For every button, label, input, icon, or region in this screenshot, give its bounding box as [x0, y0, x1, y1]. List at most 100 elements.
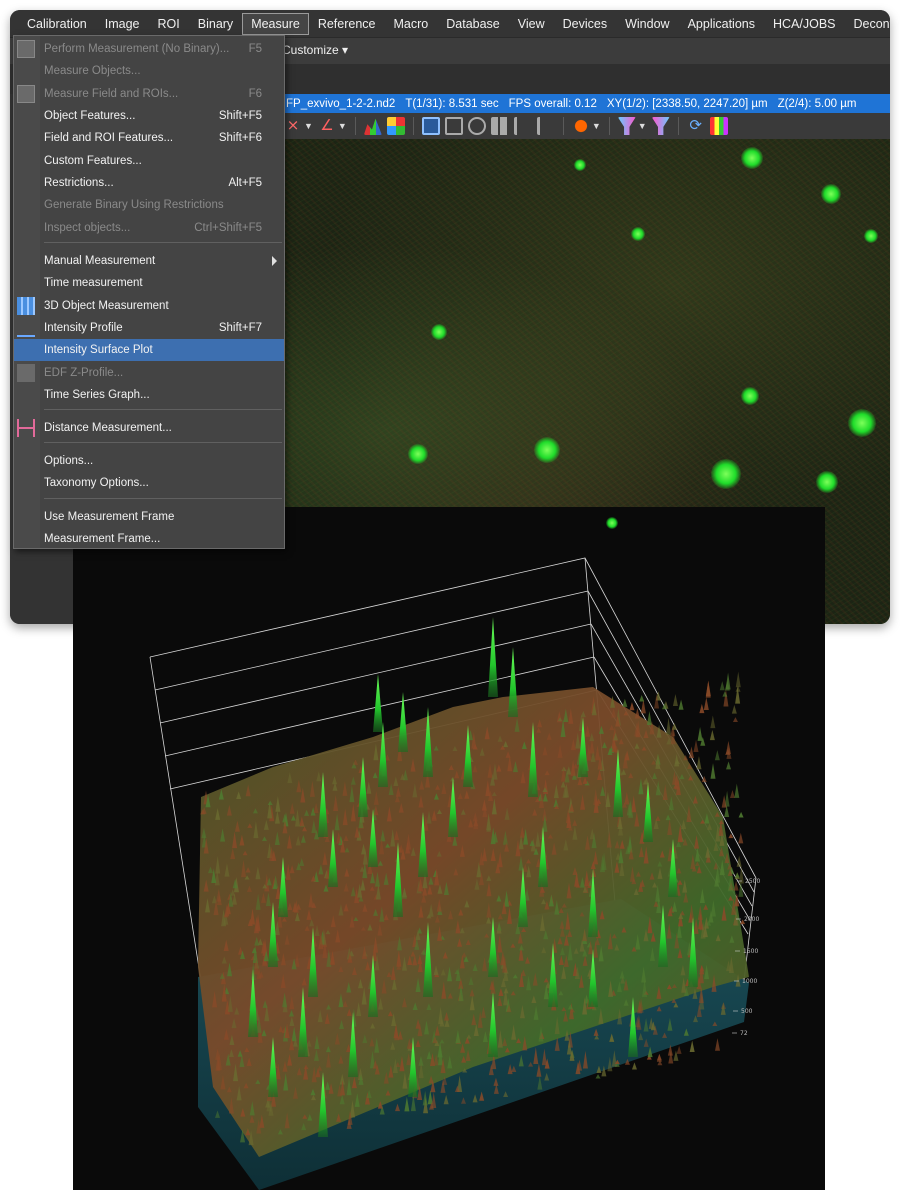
- peak-spike: [488, 617, 498, 697]
- menu-item-intensity-surface-plot[interactable]: Intensity Surface Plot: [14, 339, 284, 361]
- menu-item-perform-measurement-no-binary[interactable]: Perform Measurement (No Binary)... F5: [14, 38, 284, 60]
- status-file: FP_exvivo_1-2-2.nd2: [286, 97, 396, 110]
- menu-roi[interactable]: ROI: [149, 13, 189, 35]
- chevron-down-icon[interactable]: ▼: [592, 121, 601, 131]
- menu-item-measure-objects[interactable]: Measure Objects...: [14, 60, 284, 82]
- menu-item-intensity-profile[interactable]: Intensity Profile Shift+F7: [14, 317, 284, 339]
- terrain-texture: [656, 1053, 662, 1062]
- menu-item-time-measurement[interactable]: Time measurement: [14, 272, 284, 294]
- measure-menu: Perform Measurement (No Binary)... F5 Meas…: [13, 35, 285, 549]
- tile-view-icon[interactable]: [490, 117, 509, 135]
- menu-item-distance-measurement[interactable]: Distance Measurement...: [14, 417, 284, 439]
- terrain-texture: [731, 704, 737, 714]
- histogram-icon[interactable]: [363, 118, 382, 135]
- menu-item-taxonomy-options[interactable]: Taxonomy Options...: [14, 472, 284, 494]
- menu-reference[interactable]: Reference: [309, 13, 385, 35]
- menu-window[interactable]: Window: [616, 13, 678, 35]
- menu-view[interactable]: View: [509, 13, 554, 35]
- z-tick-label: 1500: [743, 948, 758, 955]
- channel-filter-alt-icon[interactable]: [651, 117, 670, 135]
- chevron-down-icon[interactable]: ▼: [638, 121, 647, 131]
- single-view-icon[interactable]: [421, 117, 440, 135]
- status-xy: XY(1/2): [2338.50, 2247.20] µm: [606, 97, 768, 110]
- terrain-texture: [622, 698, 628, 707]
- z-tick-label: 2000: [744, 916, 759, 923]
- split-view-icon[interactable]: [444, 117, 463, 135]
- menu-item-use-measurement-frame[interactable]: Use Measurement Frame: [14, 506, 284, 528]
- menu-deconvolution[interactable]: Deconvolution: [845, 13, 891, 35]
- menu-item-label: Time measurement: [44, 277, 143, 289]
- customize-button[interactable]: Customize ▾: [282, 43, 348, 57]
- toolbar-separator: [677, 117, 679, 135]
- menu-item-label: Inspect objects...: [44, 222, 131, 234]
- menu-item-label: EDF Z-Profile...: [44, 367, 124, 379]
- menu-binary[interactable]: Binary: [189, 13, 242, 35]
- terrain-texture: [634, 707, 640, 719]
- menu-measure[interactable]: Measure: [242, 12, 309, 35]
- menu-separator: [44, 442, 282, 443]
- terrain-texture: [723, 689, 729, 707]
- menu-hca-jobs[interactable]: HCA/JOBS: [764, 13, 845, 35]
- menu-separator: [44, 498, 282, 499]
- menu-item-label: Field and ROI Features...: [44, 132, 174, 144]
- color-mode-icon[interactable]: [571, 117, 590, 135]
- menu-item-measure-field-and-rois[interactable]: Measure Field and ROIs... F6: [14, 83, 284, 105]
- terrain-texture: [631, 1062, 637, 1070]
- menu-item-label: Time Series Graph...: [44, 389, 150, 401]
- terrain-surface: [198, 671, 749, 1190]
- gridline: [154, 590, 589, 691]
- menu-item-label: Custom Features...: [44, 155, 142, 167]
- menu-item-time-series-graph[interactable]: Time Series Graph...: [14, 384, 284, 406]
- menu-item-label: Distance Measurement...: [44, 422, 172, 434]
- slice-down-icon[interactable]: [536, 117, 555, 135]
- fluorescent-cell: [631, 227, 645, 241]
- menu-item-edf-z-profile[interactable]: EDF Z-Profile...: [14, 362, 284, 384]
- menu-item-custom-features[interactable]: Custom Features...: [14, 150, 284, 172]
- fluorescent-cell: [574, 159, 586, 171]
- menu-calibration[interactable]: Calibration: [18, 13, 96, 35]
- menu-item-options[interactable]: Options...: [14, 450, 284, 472]
- menu-database[interactable]: Database: [437, 13, 509, 35]
- menu-item-inspect-objects[interactable]: Inspect objects... Ctrl+Shift+F5: [14, 217, 284, 239]
- channel-filter-icon[interactable]: [617, 117, 636, 135]
- menu-item-shortcut: Ctrl+Shift+F5: [194, 222, 262, 234]
- edf-z-profile-icon: [17, 364, 35, 382]
- terrain-texture: [699, 703, 705, 714]
- menu-item-object-features[interactable]: Object Features... Shift+F5: [14, 105, 284, 127]
- slice-up-icon[interactable]: [513, 117, 532, 135]
- zoom-view-icon[interactable]: [467, 117, 486, 135]
- toolbar-separator: [354, 117, 356, 135]
- intensity-surface-plot[interactable]: 2500 2000 1500 1000 500 72: [73, 507, 825, 1190]
- perform-measurement-icon: [17, 40, 35, 58]
- menu-item-restrictions[interactable]: Restrictions... Alt+F5: [14, 172, 284, 194]
- menu-macro[interactable]: Macro: [385, 13, 438, 35]
- chevron-down-icon[interactable]: ▼: [338, 121, 347, 131]
- terrain-texture: [666, 717, 672, 735]
- menu-item-label: Generate Binary Using Restrictions: [44, 199, 224, 211]
- angle-tool-icon[interactable]: ∠: [318, 117, 336, 135]
- chevron-down-icon[interactable]: ▼: [304, 121, 313, 131]
- peak-spike: [373, 674, 383, 732]
- menu-item-3d-object-measurement[interactable]: 3D Object Measurement: [14, 295, 284, 317]
- menu-item-manual-measurement[interactable]: Manual Measurement: [14, 250, 284, 272]
- menu-item-label: Options...: [44, 455, 94, 467]
- menu-item-measurement-frame[interactable]: Measurement Frame...: [14, 528, 284, 550]
- menu-item-generate-binary-using-restrictions[interactable]: Generate Binary Using Restrictions: [14, 194, 284, 216]
- menu-item-shortcut: Shift+F7: [218, 322, 262, 334]
- measure-field-icon: [17, 85, 35, 103]
- menu-devices[interactable]: Devices: [554, 13, 616, 35]
- channels-icon[interactable]: [709, 117, 728, 135]
- terrain-texture: [639, 694, 645, 702]
- refresh-icon[interactable]: ⟳: [687, 117, 705, 135]
- lut-grid-icon[interactable]: [386, 117, 405, 135]
- terrain-texture: [710, 715, 716, 729]
- menu-item-field-and-roi-features[interactable]: Field and ROI Features... Shift+F6: [14, 127, 284, 149]
- terrain-texture: [646, 711, 652, 726]
- x-axis-tool-icon[interactable]: ⨯: [284, 117, 302, 135]
- menu-item-label: Taxonomy Options...: [44, 477, 149, 489]
- menu-item-label: Measurement Frame...: [44, 533, 161, 545]
- menu-image[interactable]: Image: [96, 13, 149, 35]
- menu-item-label: Measure Objects...: [44, 65, 141, 77]
- toolbar-separator: [412, 117, 414, 135]
- menu-applications[interactable]: Applications: [679, 13, 764, 35]
